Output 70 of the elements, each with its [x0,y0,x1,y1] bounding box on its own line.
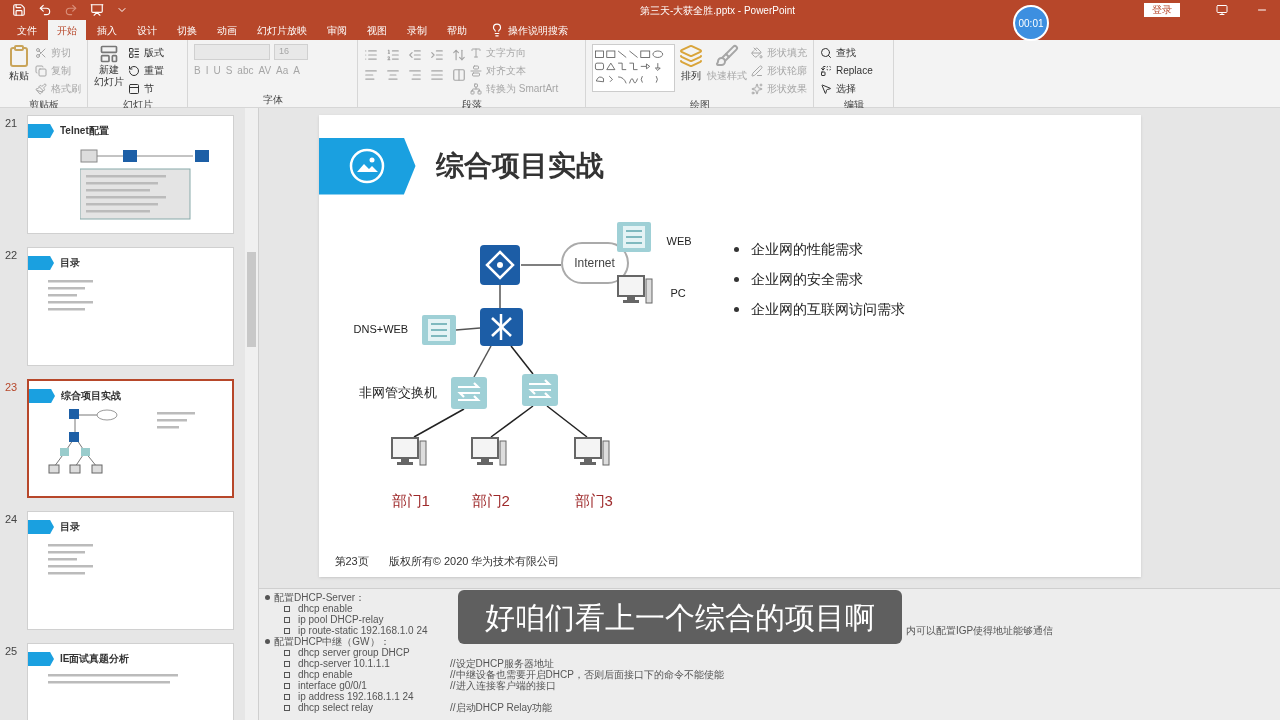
slide-number: 23 [5,380,19,395]
thumbnail-title: 目录 [60,522,80,532]
note-text: dhcp enable [298,603,353,614]
page-number: 第23页 [334,554,369,569]
paste-button[interactable]: 粘贴 [6,44,31,83]
node-label: WEB [666,234,692,249]
note-comment: //启动DHCP Relay功能 [450,702,553,713]
login-button[interactable]: 登录 [1144,3,1180,17]
new-slide-button[interactable]: 新建 幻灯片 [94,44,124,88]
slide-number: 24 [5,512,19,527]
note-text: interface g0/0/1 [298,680,367,691]
ribbon-tab[interactable]: 审阅 [318,20,356,40]
slide-number: 22 [5,248,19,263]
ribbon-button[interactable]: 重置 [128,62,164,80]
ribbon-tab[interactable]: 开始 [48,20,86,40]
note-comment: //进入连接客户端的接口 [450,680,556,691]
ribbon-button[interactable]: 选择 [820,80,873,98]
node-label: 非网管交换机 [358,384,437,402]
thumbnail-title: 目录 [60,258,80,268]
slide-title: 综合项目实战 [435,149,604,183]
ribbon-tab[interactable]: 动画 [208,20,246,40]
note-text: 配置DHCP中继（GW）： [274,636,391,647]
ribbon-tab[interactable]: 切换 [168,20,206,40]
ribbon-tab[interactable]: 幻灯片放映 [248,20,316,40]
ribbon-tab[interactable]: 视图 [358,20,396,40]
bullet-text: 企业网的安全需求 [750,270,863,289]
slide-thumbnail[interactable]: 目录 [27,511,234,630]
note-comment: 内可以配置IGP使得地址能够通信 [906,625,1054,636]
ribbon-button[interactable]: 查找 [820,44,873,62]
bullet-text: 企业网的互联网访问需求 [750,300,905,319]
ribbon-tab[interactable]: 帮助 [438,20,476,40]
ribbon-tab[interactable]: 插入 [88,20,126,40]
cloud-shape: Internet [560,242,629,284]
note-comment: //中继设备也需要开启DHCP，否则后面接口下的命令不能使能 [450,669,724,680]
note-comment: //设定DHCP服务器地址 [450,658,554,669]
window-title: 第三天-大获全胜.pptx - PowerPoint [640,3,796,18]
search-field[interactable]: 操作说明搜索 [490,20,588,40]
department-label: 部门2 [471,491,510,511]
ribbon-button[interactable]: 节 [128,80,164,98]
slide-thumbnail[interactable]: 综合项目实战 [27,379,234,498]
group-label: 字体 [261,93,284,107]
note-text: dhcp-server 10.1.1.1 [298,658,391,669]
ribbon-button[interactable]: Replace [820,62,873,80]
note-text: 配置DHCP-Server： [274,592,367,603]
copyright-text: 版权所有© 2020 华为技术有限公司 [388,554,560,569]
ribbon-button[interactable]: 版式 [128,44,164,62]
department-label: 部门3 [574,491,613,511]
bullet-text: 企业网的性能需求 [750,240,863,259]
slide-thumbnail[interactable]: IE面试真题分析 [27,643,234,720]
note-text: dhcp select relay [298,702,375,713]
slide-number: 21 [5,116,19,131]
thumbnail-title: 综合项目实战 [61,391,121,401]
ribbon-tab[interactable]: 录制 [398,20,436,40]
slide-number: 25 [5,644,19,659]
slide-thumbnail[interactable]: 目录 [27,247,234,366]
ribbon-tab[interactable]: 设计 [128,20,166,40]
note-text: dhcp enable [298,669,353,680]
ribbon-tab[interactable]: 文件 [8,20,46,40]
note-text: ip route-static 192.168.1.0 24 [298,625,429,636]
note-text: dhcp server group DHCP [298,647,411,658]
slide-thumbnail[interactable]: Telnet配置 [27,115,234,234]
node-label: PC [670,286,686,301]
node-label: DNS+WEB [353,322,409,337]
department-label: 部门1 [391,491,430,511]
subtitle-caption: 好咱们看上一个综合的项目啊 [458,590,902,644]
thumbnail-title: Telnet配置 [60,126,109,136]
note-text: ip pool DHCP-relay [298,614,384,625]
thumbnail-title: IE面试真题分析 [60,654,130,664]
arrange-button[interactable]: 排列 [679,44,703,83]
note-text: ip address 192.168.1.1 24 [298,691,415,702]
